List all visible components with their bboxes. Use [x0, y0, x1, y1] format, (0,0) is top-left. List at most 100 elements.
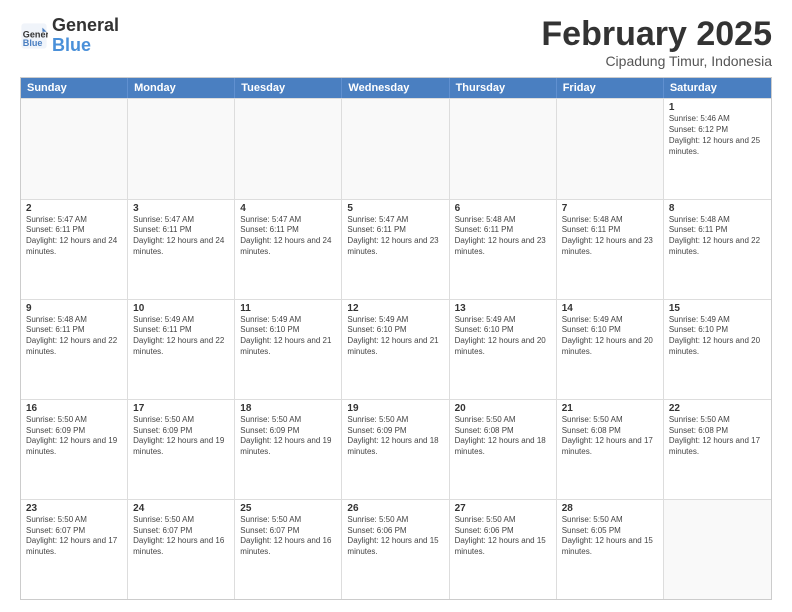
day-info: Sunrise: 5:50 AM Sunset: 6:08 PM Dayligh… — [455, 415, 551, 458]
calendar-cell: 16Sunrise: 5:50 AM Sunset: 6:09 PM Dayli… — [21, 400, 128, 499]
calendar-cell: 13Sunrise: 5:49 AM Sunset: 6:10 PM Dayli… — [450, 300, 557, 399]
day-info: Sunrise: 5:47 AM Sunset: 6:11 PM Dayligh… — [26, 215, 122, 258]
calendar-cell: 14Sunrise: 5:49 AM Sunset: 6:10 PM Dayli… — [557, 300, 664, 399]
header: General Blue General Blue February 2025 … — [20, 16, 772, 69]
day-info: Sunrise: 5:50 AM Sunset: 6:06 PM Dayligh… — [347, 515, 443, 558]
calendar-header-cell: Friday — [557, 78, 664, 98]
calendar-cell: 15Sunrise: 5:49 AM Sunset: 6:10 PM Dayli… — [664, 300, 771, 399]
calendar-cell: 20Sunrise: 5:50 AM Sunset: 6:08 PM Dayli… — [450, 400, 557, 499]
calendar-cell — [450, 99, 557, 198]
day-number: 19 — [347, 403, 443, 414]
calendar-cell: 9Sunrise: 5:48 AM Sunset: 6:11 PM Daylig… — [21, 300, 128, 399]
day-number: 12 — [347, 303, 443, 314]
day-info: Sunrise: 5:50 AM Sunset: 6:06 PM Dayligh… — [455, 515, 551, 558]
day-info: Sunrise: 5:48 AM Sunset: 6:11 PM Dayligh… — [26, 315, 122, 358]
calendar-cell — [664, 500, 771, 599]
day-info: Sunrise: 5:49 AM Sunset: 6:10 PM Dayligh… — [669, 315, 766, 358]
calendar-cell: 17Sunrise: 5:50 AM Sunset: 6:09 PM Dayli… — [128, 400, 235, 499]
day-info: Sunrise: 5:49 AM Sunset: 6:10 PM Dayligh… — [240, 315, 336, 358]
day-number: 14 — [562, 303, 658, 314]
calendar-cell: 19Sunrise: 5:50 AM Sunset: 6:09 PM Dayli… — [342, 400, 449, 499]
calendar-header-cell: Tuesday — [235, 78, 342, 98]
calendar-header-cell: Monday — [128, 78, 235, 98]
day-number: 4 — [240, 203, 336, 214]
day-number: 2 — [26, 203, 122, 214]
day-number: 16 — [26, 403, 122, 414]
day-info: Sunrise: 5:50 AM Sunset: 6:09 PM Dayligh… — [133, 415, 229, 458]
day-number: 7 — [562, 203, 658, 214]
day-number: 17 — [133, 403, 229, 414]
day-info: Sunrise: 5:50 AM Sunset: 6:07 PM Dayligh… — [133, 515, 229, 558]
calendar-cell: 10Sunrise: 5:49 AM Sunset: 6:11 PM Dayli… — [128, 300, 235, 399]
calendar-body: 1Sunrise: 5:46 AM Sunset: 6:12 PM Daylig… — [21, 98, 771, 599]
day-number: 24 — [133, 503, 229, 514]
day-number: 5 — [347, 203, 443, 214]
day-number: 22 — [669, 403, 766, 414]
calendar-row: 16Sunrise: 5:50 AM Sunset: 6:09 PM Dayli… — [21, 399, 771, 499]
calendar-cell: 1Sunrise: 5:46 AM Sunset: 6:12 PM Daylig… — [664, 99, 771, 198]
calendar-cell: 11Sunrise: 5:49 AM Sunset: 6:10 PM Dayli… — [235, 300, 342, 399]
day-number: 1 — [669, 102, 766, 113]
day-number: 13 — [455, 303, 551, 314]
calendar-header-cell: Thursday — [450, 78, 557, 98]
logo-icon: General Blue — [20, 22, 48, 50]
day-info: Sunrise: 5:50 AM Sunset: 6:08 PM Dayligh… — [669, 415, 766, 458]
calendar-cell: 25Sunrise: 5:50 AM Sunset: 6:07 PM Dayli… — [235, 500, 342, 599]
calendar-header-cell: Sunday — [21, 78, 128, 98]
day-info: Sunrise: 5:50 AM Sunset: 6:08 PM Dayligh… — [562, 415, 658, 458]
month-title: February 2025 — [541, 16, 772, 53]
day-number: 27 — [455, 503, 551, 514]
calendar-cell: 23Sunrise: 5:50 AM Sunset: 6:07 PM Dayli… — [21, 500, 128, 599]
day-number: 3 — [133, 203, 229, 214]
calendar-cell: 7Sunrise: 5:48 AM Sunset: 6:11 PM Daylig… — [557, 200, 664, 299]
calendar: SundayMondayTuesdayWednesdayThursdayFrid… — [20, 77, 772, 600]
calendar-cell: 2Sunrise: 5:47 AM Sunset: 6:11 PM Daylig… — [21, 200, 128, 299]
day-number: 8 — [669, 203, 766, 214]
day-info: Sunrise: 5:47 AM Sunset: 6:11 PM Dayligh… — [240, 215, 336, 258]
calendar-cell: 3Sunrise: 5:47 AM Sunset: 6:11 PM Daylig… — [128, 200, 235, 299]
page: General Blue General Blue February 2025 … — [0, 0, 792, 612]
calendar-header-cell: Wednesday — [342, 78, 449, 98]
day-number: 15 — [669, 303, 766, 314]
calendar-cell — [21, 99, 128, 198]
day-number: 20 — [455, 403, 551, 414]
day-number: 28 — [562, 503, 658, 514]
day-info: Sunrise: 5:50 AM Sunset: 6:05 PM Dayligh… — [562, 515, 658, 558]
day-number: 23 — [26, 503, 122, 514]
day-number: 26 — [347, 503, 443, 514]
day-info: Sunrise: 5:50 AM Sunset: 6:07 PM Dayligh… — [240, 515, 336, 558]
day-info: Sunrise: 5:50 AM Sunset: 6:09 PM Dayligh… — [240, 415, 336, 458]
logo: General Blue General Blue — [20, 16, 119, 56]
calendar-row: 2Sunrise: 5:47 AM Sunset: 6:11 PM Daylig… — [21, 199, 771, 299]
day-info: Sunrise: 5:47 AM Sunset: 6:11 PM Dayligh… — [133, 215, 229, 258]
calendar-cell: 28Sunrise: 5:50 AM Sunset: 6:05 PM Dayli… — [557, 500, 664, 599]
day-number: 11 — [240, 303, 336, 314]
day-info: Sunrise: 5:50 AM Sunset: 6:09 PM Dayligh… — [26, 415, 122, 458]
day-info: Sunrise: 5:50 AM Sunset: 6:07 PM Dayligh… — [26, 515, 122, 558]
day-info: Sunrise: 5:46 AM Sunset: 6:12 PM Dayligh… — [669, 114, 766, 157]
title-block: February 2025 Cipadung Timur, Indonesia — [541, 16, 772, 69]
calendar-cell — [128, 99, 235, 198]
calendar-row: 23Sunrise: 5:50 AM Sunset: 6:07 PM Dayli… — [21, 499, 771, 599]
svg-text:Blue: Blue — [23, 38, 43, 48]
calendar-cell: 27Sunrise: 5:50 AM Sunset: 6:06 PM Dayli… — [450, 500, 557, 599]
subtitle: Cipadung Timur, Indonesia — [541, 53, 772, 69]
calendar-cell: 21Sunrise: 5:50 AM Sunset: 6:08 PM Dayli… — [557, 400, 664, 499]
calendar-row: 1Sunrise: 5:46 AM Sunset: 6:12 PM Daylig… — [21, 98, 771, 198]
calendar-cell: 4Sunrise: 5:47 AM Sunset: 6:11 PM Daylig… — [235, 200, 342, 299]
calendar-cell: 18Sunrise: 5:50 AM Sunset: 6:09 PM Dayli… — [235, 400, 342, 499]
day-number: 25 — [240, 503, 336, 514]
day-number: 21 — [562, 403, 658, 414]
calendar-cell: 8Sunrise: 5:48 AM Sunset: 6:11 PM Daylig… — [664, 200, 771, 299]
calendar-cell: 6Sunrise: 5:48 AM Sunset: 6:11 PM Daylig… — [450, 200, 557, 299]
day-info: Sunrise: 5:48 AM Sunset: 6:11 PM Dayligh… — [562, 215, 658, 258]
day-info: Sunrise: 5:49 AM Sunset: 6:10 PM Dayligh… — [455, 315, 551, 358]
calendar-cell — [235, 99, 342, 198]
day-info: Sunrise: 5:49 AM Sunset: 6:10 PM Dayligh… — [562, 315, 658, 358]
day-number: 9 — [26, 303, 122, 314]
day-info: Sunrise: 5:48 AM Sunset: 6:11 PM Dayligh… — [669, 215, 766, 258]
day-info: Sunrise: 5:50 AM Sunset: 6:09 PM Dayligh… — [347, 415, 443, 458]
day-number: 6 — [455, 203, 551, 214]
calendar-cell: 12Sunrise: 5:49 AM Sunset: 6:10 PM Dayli… — [342, 300, 449, 399]
day-info: Sunrise: 5:49 AM Sunset: 6:11 PM Dayligh… — [133, 315, 229, 358]
